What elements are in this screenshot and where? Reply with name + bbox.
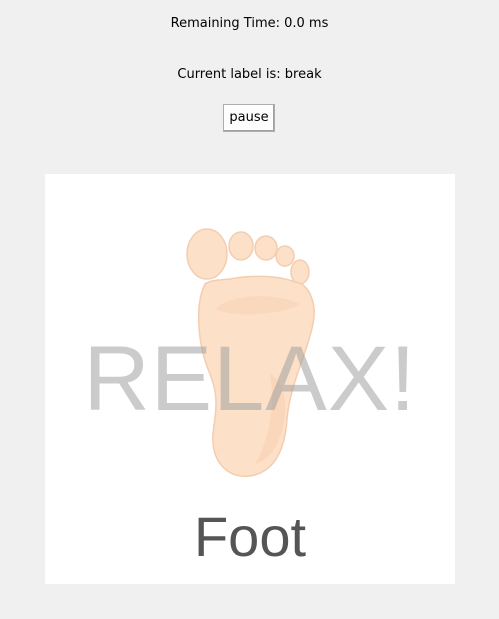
stimulus-panel: RELAX! Foot	[45, 174, 455, 584]
stimulus-caption: Foot	[193, 505, 307, 568]
current-label-text: Current label is: break	[177, 67, 322, 82]
remaining-time-label: Remaining Time: 0.0 ms	[170, 16, 329, 31]
relax-overlay-text: RELAX!	[83, 328, 417, 430]
pause-button[interactable]: pause	[223, 104, 275, 132]
